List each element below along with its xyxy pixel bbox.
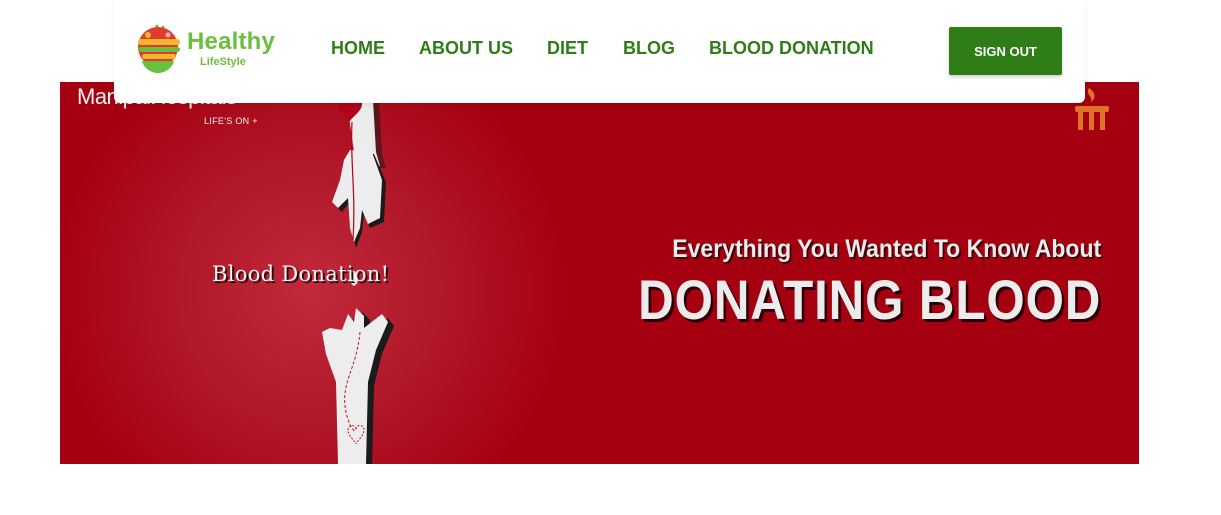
banner-subheadline: Everything You Wanted To Know About xyxy=(672,235,1101,263)
sign-out-button[interactable]: SIGN OUT xyxy=(949,27,1062,75)
healthy-bowl-icon xyxy=(138,24,180,73)
nav-diet[interactable]: DIET xyxy=(547,38,588,59)
site-logo[interactable]: Healthy LifeStyle xyxy=(134,23,284,75)
nav-about-us[interactable]: ABOUT US xyxy=(419,38,513,59)
logo-name: Healthy xyxy=(187,28,276,55)
nav-home[interactable]: HOME xyxy=(331,38,385,59)
hospital-tagline: LIFE'S ON + xyxy=(204,116,258,126)
top-navbar: Healthy LifeStyle HOME ABOUT US DIET BLO… xyxy=(114,0,1085,103)
nav-blog[interactable]: BLOG xyxy=(623,38,675,59)
logo-subname: LifeStyle xyxy=(200,56,246,68)
hero-banner: ManipalHospitals LIFE'S ON + Blood Donat… xyxy=(60,82,1139,464)
banner-headline: DONATING BLOOD xyxy=(637,268,1101,331)
main-nav: HOME ABOUT US DIET BLOG BLOOD DONATION xyxy=(331,38,874,59)
blood-donation-caption: Blood Donation! xyxy=(212,262,390,286)
nav-blood-donation[interactable]: BLOOD DONATION xyxy=(709,38,874,59)
